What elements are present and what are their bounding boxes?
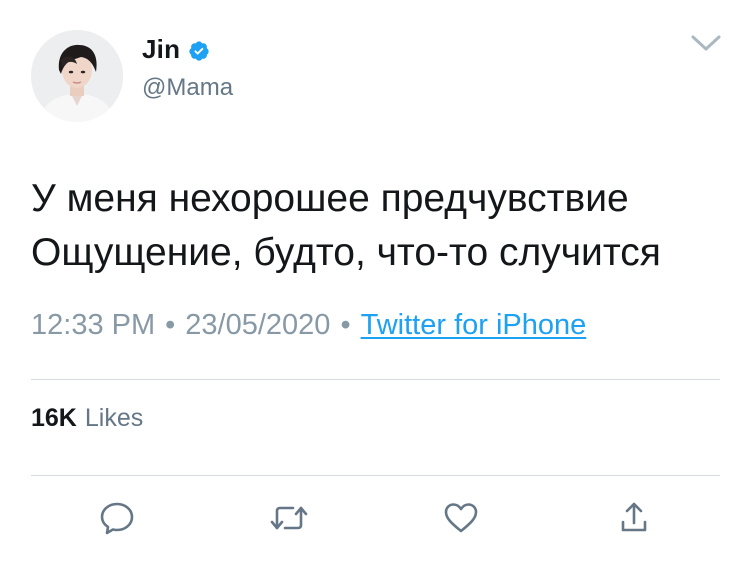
retweet-icon [270, 506, 308, 530]
likes-count: 16K [31, 404, 77, 432]
reply-button[interactable] [97, 500, 137, 536]
likes-label: Likes [84, 404, 144, 432]
profile-photo-icon [31, 30, 123, 122]
display-name[interactable]: Jin [142, 34, 180, 65]
user-handle[interactable]: @Mama [142, 74, 233, 102]
tweet-text: У меня нехорошее предчувствие Ощущение, … [31, 177, 661, 274]
share-button[interactable] [614, 500, 654, 536]
tweet-date: 23/05/2020 [185, 309, 331, 341]
more-options-chevron-icon[interactable] [690, 32, 722, 54]
likes-stat[interactable]: 16K Likes [31, 404, 143, 433]
display-name-row: Jin [142, 34, 210, 65]
retweet-button[interactable] [269, 500, 309, 536]
divider [31, 379, 720, 380]
tweet-source-link[interactable]: Twitter for iPhone [361, 309, 587, 342]
like-button[interactable] [441, 500, 481, 536]
avatar[interactable] [31, 30, 123, 122]
verified-badge-icon [188, 40, 210, 62]
tweet-time: 12:33 PM [31, 309, 156, 341]
reply-icon [100, 502, 134, 535]
meta-separator: • [165, 309, 176, 341]
tweet-card: Jin @Mama У меня нехорошее предчувствие … [0, 0, 750, 566]
share-icon [621, 502, 647, 532]
meta-separator: • [340, 309, 351, 341]
divider [31, 475, 720, 476]
tweet-meta: 12:33 PM • 23/05/2020 • Twitter for iPho… [31, 309, 586, 342]
heart-icon [444, 503, 478, 533]
